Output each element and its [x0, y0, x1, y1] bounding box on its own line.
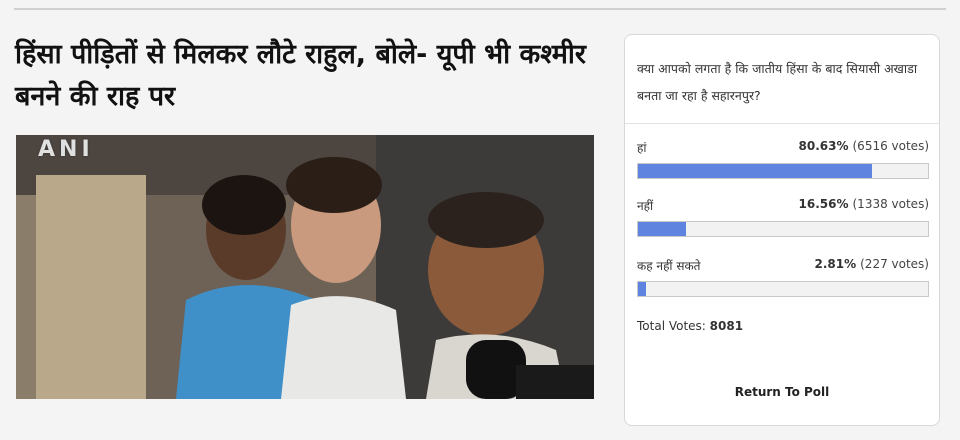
- option-result-bar: [637, 281, 929, 297]
- agency-watermark: ANI: [38, 137, 94, 162]
- option-percent: 16.56%: [798, 197, 849, 211]
- poll-divider: [625, 123, 939, 124]
- poll-option-no: नहीं 16.56% (1338 votes): [637, 197, 930, 237]
- option-label: कह नहीं सकते: [637, 259, 701, 273]
- option-bar-fill: [638, 222, 687, 236]
- photo-illustration: [16, 135, 594, 399]
- article-photo[interactable]: ANI: [16, 135, 594, 399]
- total-votes-value: 8081: [709, 319, 744, 333]
- option-bar-fill: [638, 164, 872, 178]
- option-result-bar: [637, 221, 929, 237]
- total-votes-label: Total Votes:: [637, 319, 706, 333]
- poll-option-yes: हां 80.63% (6516 votes): [637, 139, 930, 179]
- option-percent: 2.81%: [814, 257, 857, 271]
- article-headline[interactable]: हिंसा पीड़ितों से मिलकर लौटे राहुल, बोले…: [15, 34, 600, 118]
- option-votes: (1338 votes): [852, 197, 930, 211]
- option-result-bar: [637, 163, 929, 179]
- top-divider: [14, 8, 946, 10]
- return-to-poll-link[interactable]: Return To Poll: [625, 385, 939, 399]
- option-votes: (6516 votes): [852, 139, 930, 153]
- option-bar-fill: [638, 282, 647, 296]
- option-label: हां: [637, 141, 647, 155]
- poll-option-cant-say: कह नहीं सकते 2.81% (227 votes): [637, 257, 929, 297]
- option-votes: (227 votes): [860, 257, 929, 271]
- poll-question: क्या आपको लगता है कि जातीय हिंसा के बाद …: [637, 61, 918, 103]
- option-percent: 80.63%: [798, 139, 849, 153]
- poll-widget: क्या आपको लगता है कि जातीय हिंसा के बाद …: [624, 34, 940, 426]
- option-label: नहीं: [637, 199, 654, 213]
- total-votes: Total Votes: 8081: [637, 319, 743, 333]
